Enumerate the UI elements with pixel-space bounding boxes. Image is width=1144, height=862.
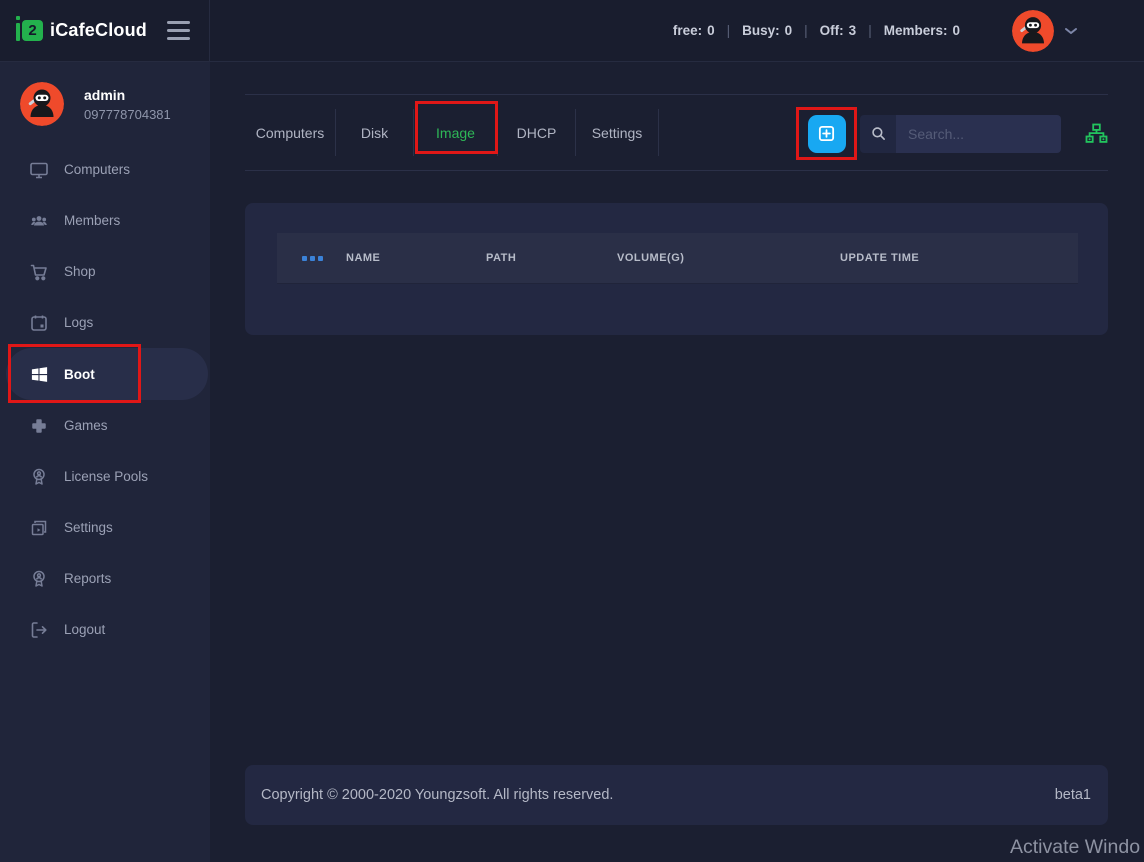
sidebar-nav: Computers Members Shop Logs: [0, 144, 210, 655]
top-bar-right: free: 0 | Busy: 0 | Off: 3 | Members: 0: [210, 0, 1144, 61]
stat-free-value: 0: [707, 23, 715, 38]
main-content: Computers Disk Image DHCP Settings: [210, 62, 1144, 862]
monitor-icon: [29, 160, 49, 180]
tab-image[interactable]: Image: [414, 109, 498, 156]
search-icon: [860, 115, 896, 153]
sidebar-item-label: Settings: [64, 520, 113, 535]
stat-free-label: free:: [673, 23, 702, 38]
version-label: beta1: [1055, 787, 1091, 803]
app-window: 2 iCafeCloud free: 0 | Busy: 0 | Off: 3 …: [0, 0, 1144, 862]
stat-busy-label: Busy:: [742, 23, 780, 38]
badge-icon: [29, 467, 49, 487]
logout-icon: [29, 620, 49, 640]
column-header-name: NAME: [346, 252, 486, 264]
stat-separator: |: [727, 23, 731, 38]
sidebar-profile: admin 097778704381: [20, 82, 171, 126]
gamepad-icon: [29, 416, 49, 436]
stat-separator: |: [868, 23, 872, 38]
members-icon: [29, 211, 49, 231]
table-header-row: NAME PATH VOLUME(G) UPDATE TIME: [277, 233, 1078, 284]
chevron-down-icon[interactable]: [1064, 26, 1078, 36]
tab-bar: Computers Disk Image DHCP Settings: [245, 95, 659, 170]
tab-computers[interactable]: Computers: [245, 109, 336, 156]
column-header-path: PATH: [486, 252, 617, 264]
stat-busy-value: 0: [785, 23, 793, 38]
sidebar-item-license-pools[interactable]: License Pools: [0, 451, 210, 502]
stat-off-value: 3: [849, 23, 857, 38]
boot-toolbar: Computers Disk Image DHCP Settings: [245, 94, 1108, 171]
image-table-card: NAME PATH VOLUME(G) UPDATE TIME: [245, 203, 1108, 335]
sidebar-item-settings[interactable]: Settings: [0, 502, 210, 553]
tab-settings[interactable]: Settings: [576, 109, 659, 156]
status-counters: free: 0 | Busy: 0 | Off: 3 | Members: 0: [673, 23, 960, 38]
sidebar-item-reports[interactable]: Reports: [0, 553, 210, 604]
sidebar-item-label: Reports: [64, 571, 111, 586]
report-badge-icon: [29, 569, 49, 589]
brand-logo-mark: 2: [22, 20, 43, 41]
sidebar-item-label: Logout: [64, 622, 105, 637]
menu-toggle-icon[interactable]: [167, 21, 191, 40]
network-topology-icon[interactable]: [1084, 122, 1108, 146]
sidebar-item-members[interactable]: Members: [0, 195, 210, 246]
sidebar-item-label: License Pools: [64, 469, 148, 484]
profile-username: admin: [84, 87, 171, 103]
sidebar-item-label: Members: [64, 213, 120, 228]
search-input[interactable]: [896, 115, 1061, 153]
sidebar-item-logout[interactable]: Logout: [0, 604, 210, 655]
sidebar-item-label: Logs: [64, 315, 93, 330]
brand-logo-icon: 2: [16, 20, 43, 41]
sidebar-item-games[interactable]: Games: [0, 400, 210, 451]
search-box: [860, 115, 1061, 153]
stat-separator: |: [804, 23, 808, 38]
sidebar-item-label: Games: [64, 418, 108, 433]
tab-disk[interactable]: Disk: [336, 109, 414, 156]
sidebar-item-shop[interactable]: Shop: [0, 246, 210, 297]
activate-windows-watermark: Activate Windo: [1010, 836, 1140, 859]
add-plus-icon: [817, 124, 836, 143]
stat-members-label: Members:: [884, 23, 948, 38]
sidebar-item-label: Boot: [64, 367, 95, 382]
sidebar-item-label: Shop: [64, 264, 96, 279]
footer: Copyright © 2000-2020 Youngzsoft. All ri…: [245, 765, 1108, 825]
sidebar-item-computers[interactable]: Computers: [0, 144, 210, 195]
column-header-update-time: UPDATE TIME: [840, 252, 1078, 264]
sidebar: admin 097778704381 Computers Members: [0, 62, 210, 862]
profile-phone: 097778704381: [84, 107, 171, 122]
column-header-volume: VOLUME(G): [617, 252, 840, 264]
stat-members-value: 0: [952, 23, 960, 38]
toolbar-actions: [796, 95, 1108, 172]
sidebar-item-boot[interactable]: Boot: [6, 348, 208, 400]
brand: 2 iCafeCloud: [0, 0, 210, 61]
copyright-text: Copyright © 2000-2020 Youngzsoft. All ri…: [261, 787, 613, 803]
sidebar-item-logs[interactable]: Logs: [0, 297, 210, 348]
windows-icon: [29, 364, 49, 384]
tab-dhcp[interactable]: DHCP: [498, 109, 576, 156]
row-options-icon[interactable]: [302, 256, 346, 261]
top-bar: 2 iCafeCloud free: 0 | Busy: 0 | Off: 3 …: [0, 0, 1144, 62]
stat-off-label: Off:: [820, 23, 844, 38]
calendar-icon: [29, 313, 49, 333]
sidebar-item-label: Computers: [64, 162, 130, 177]
layers-icon: [29, 518, 49, 538]
user-avatar[interactable]: [1012, 10, 1054, 52]
cart-icon: [29, 262, 49, 282]
profile-avatar: [20, 82, 64, 126]
add-image-button[interactable]: [808, 115, 846, 153]
brand-name: iCafeCloud: [50, 20, 147, 41]
annotation-box-add-button: [796, 107, 857, 160]
